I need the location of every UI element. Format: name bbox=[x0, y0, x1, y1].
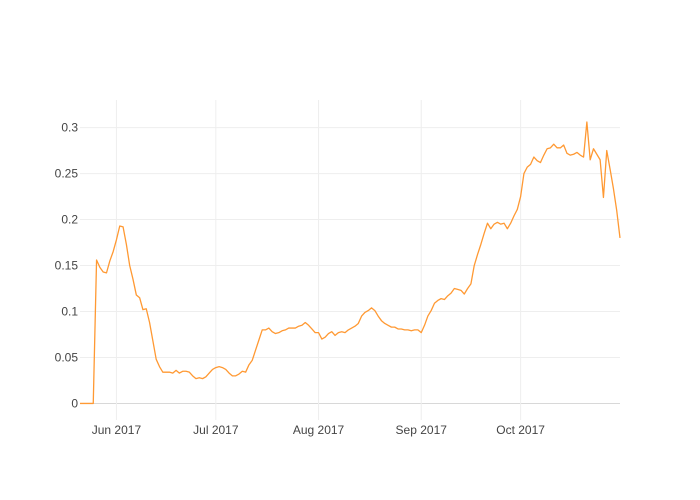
y-tick-label: 0.1 bbox=[61, 304, 78, 318]
x-tick-label: Aug 2017 bbox=[293, 423, 345, 437]
y-tick-label: 0 bbox=[71, 396, 78, 410]
x-tick-label: Jun 2017 bbox=[92, 423, 142, 437]
x-tick-label: Jul 2017 bbox=[193, 423, 239, 437]
x-tick-label: Oct 2017 bbox=[496, 423, 545, 437]
y-tick-label: 0.15 bbox=[55, 259, 79, 273]
y-tick-label: 0.05 bbox=[55, 350, 79, 364]
y-tick-label: 0.25 bbox=[55, 167, 79, 181]
chart-container: 0 0.05 0.1 0.15 0.2 0.25 0.3 Jun 2017 Jul 2017 A… bbox=[0, 0, 700, 500]
line-chart: 0 0.05 0.1 0.15 0.2 0.25 0.3 Jun 2017 Jul 2017 A… bbox=[0, 0, 700, 500]
x-tick-label: Sep 2017 bbox=[396, 423, 448, 437]
y-tick-label: 0.2 bbox=[61, 213, 78, 227]
y-tick-label: 0.3 bbox=[61, 121, 78, 135]
